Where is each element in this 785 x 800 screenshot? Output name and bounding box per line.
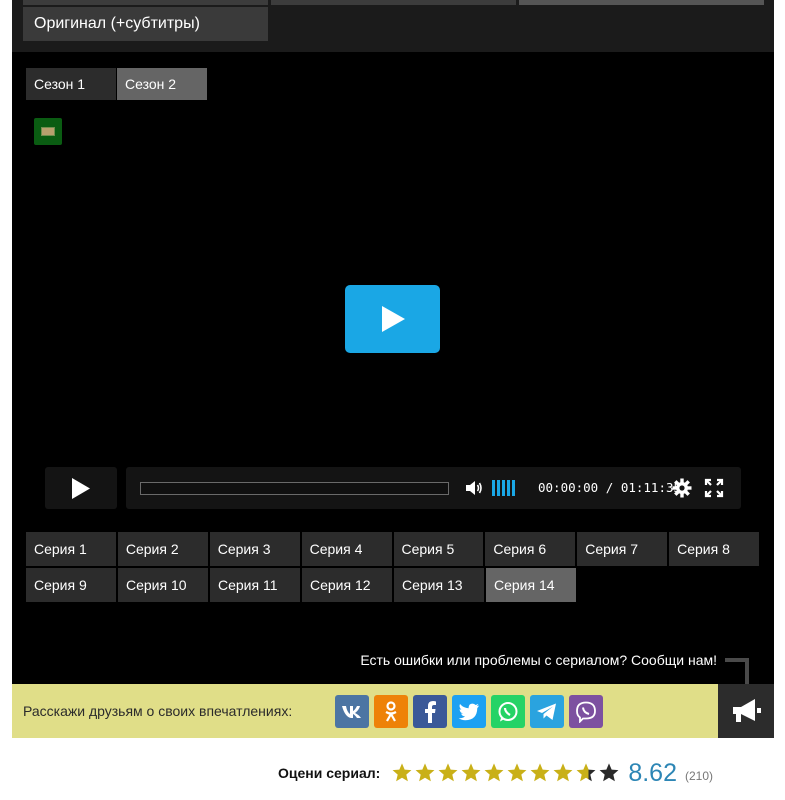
volume-level-bar (512, 480, 515, 496)
episode-button[interactable]: Серия 6 (485, 532, 576, 566)
episode-button[interactable]: Серия 9 (26, 568, 116, 602)
episode-button[interactable]: Серия 5 (393, 532, 484, 566)
telegram-icon (536, 702, 558, 722)
whatsapp-share-button[interactable] (491, 695, 525, 728)
episode-button[interactable]: Серия 3 (209, 532, 300, 566)
telegram-share-button[interactable] (530, 695, 564, 728)
megaphone-icon (733, 699, 761, 722)
rating-value: 8.62 (628, 758, 677, 787)
star-icon[interactable] (552, 762, 574, 784)
episode-button[interactable]: Серия 8 (669, 532, 759, 566)
vk-icon (341, 705, 363, 719)
viber-icon (575, 701, 597, 723)
odnoklassniki-share-button[interactable] (374, 695, 408, 728)
episode-button[interactable]: Серия 13 (394, 568, 484, 602)
episode-row: Серия 9 Серия 10 Серия 11 Серия 12 Серия 13 С… (26, 568, 761, 602)
volume-slider[interactable] (492, 480, 517, 496)
episode-button[interactable]: Серия 2 (117, 532, 208, 566)
translation-tab-original[interactable]: Оригинал (+субтитры) (23, 7, 268, 41)
twitter-icon (458, 703, 480, 721)
episode-button[interactable]: Серия 14 (486, 568, 576, 602)
volume-level-bar (507, 480, 510, 496)
video-player: Сезон 1 Сезон 2 00:00:00 / 01:11:35 Сери… (12, 52, 774, 684)
rating-count: (210) (684, 769, 713, 783)
episode-button[interactable]: Серия 7 (577, 532, 668, 566)
facebook-icon (424, 700, 436, 723)
episode-button[interactable]: Серия 11 (210, 568, 300, 602)
time-separator: / (605, 480, 614, 495)
translation-tab-strip (271, 0, 516, 5)
vk-share-button[interactable] (335, 695, 369, 728)
translation-tab-strip (519, 0, 764, 5)
rating: Оцени сериал: 8.62 (210) (278, 758, 713, 788)
report-button[interactable] (718, 684, 774, 738)
star-icon[interactable] (529, 762, 551, 784)
translation-bar: Оригинал (+субтитры) (12, 0, 774, 52)
play-icon (381, 306, 405, 332)
season-tabs: Сезон 1 Сезон 2 (26, 68, 208, 100)
odnoklassniki-icon (383, 700, 399, 723)
episode-button[interactable]: Серия 1 (26, 532, 116, 566)
episode-list: Серия 1 Серия 2 Серия 3 Серия 4 Серия 5 Серия… (26, 532, 761, 604)
star-icon[interactable] (483, 762, 505, 784)
episode-button[interactable]: Серия 10 (118, 568, 208, 602)
star-icon[interactable] (414, 762, 436, 784)
player-controls: 00:00:00 / 01:11:35 (45, 467, 741, 509)
viber-share-button[interactable] (569, 695, 603, 728)
star-icon[interactable] (598, 762, 620, 784)
facebook-share-button[interactable] (413, 695, 447, 728)
report-pointer (725, 658, 749, 684)
seek-bar[interactable] (140, 482, 449, 495)
episode-button[interactable]: Серия 4 (301, 532, 392, 566)
fullscreen-icon[interactable] (704, 478, 724, 503)
big-play-button[interactable] (345, 285, 440, 353)
time-display: 00:00:00 / 01:11:35 (538, 480, 681, 496)
volume-level-bar (492, 480, 495, 496)
star-icon[interactable] (575, 762, 597, 784)
rating-stars[interactable] (391, 762, 621, 784)
season-tab-1[interactable]: Сезон 1 (26, 68, 116, 100)
star-icon[interactable] (437, 762, 459, 784)
twitter-share-button[interactable] (452, 695, 486, 728)
volume-level-bar (502, 480, 505, 496)
settings-gear-icon[interactable] (672, 478, 692, 503)
season-tab-2[interactable]: Сезон 2 (117, 68, 207, 100)
control-bar: 00:00:00 / 01:11:35 (126, 467, 741, 509)
share-bar: Расскажи друзьям о своих впечатлениях: (12, 684, 718, 738)
share-buttons (335, 695, 608, 728)
whatsapp-icon (497, 701, 519, 723)
report-problem-link[interactable]: Есть ошибки или проблемы с сериалом? Соо… (360, 652, 717, 668)
translation-tab-strip (23, 0, 268, 5)
episode-button[interactable]: Серия 12 (302, 568, 392, 602)
episode-row: Серия 1 Серия 2 Серия 3 Серия 4 Серия 5 Серия… (26, 532, 761, 566)
play-pause-button[interactable] (45, 467, 117, 509)
page: Оригинал (+субтитры) Сезон 1 Сезон 2 00:… (0, 0, 785, 800)
star-icon[interactable] (391, 762, 413, 784)
play-icon (72, 477, 90, 499)
rating-label: Оцени сериал: (278, 765, 381, 781)
translation-flag-icon[interactable] (34, 118, 62, 145)
volume-icon[interactable] (464, 478, 484, 503)
volume-level-bar (497, 480, 500, 496)
star-icon[interactable] (460, 762, 482, 784)
current-time: 00:00:00 (538, 480, 599, 495)
star-icon[interactable] (506, 762, 528, 784)
share-label: Расскажи друзьям о своих впечатлениях: (23, 703, 293, 719)
